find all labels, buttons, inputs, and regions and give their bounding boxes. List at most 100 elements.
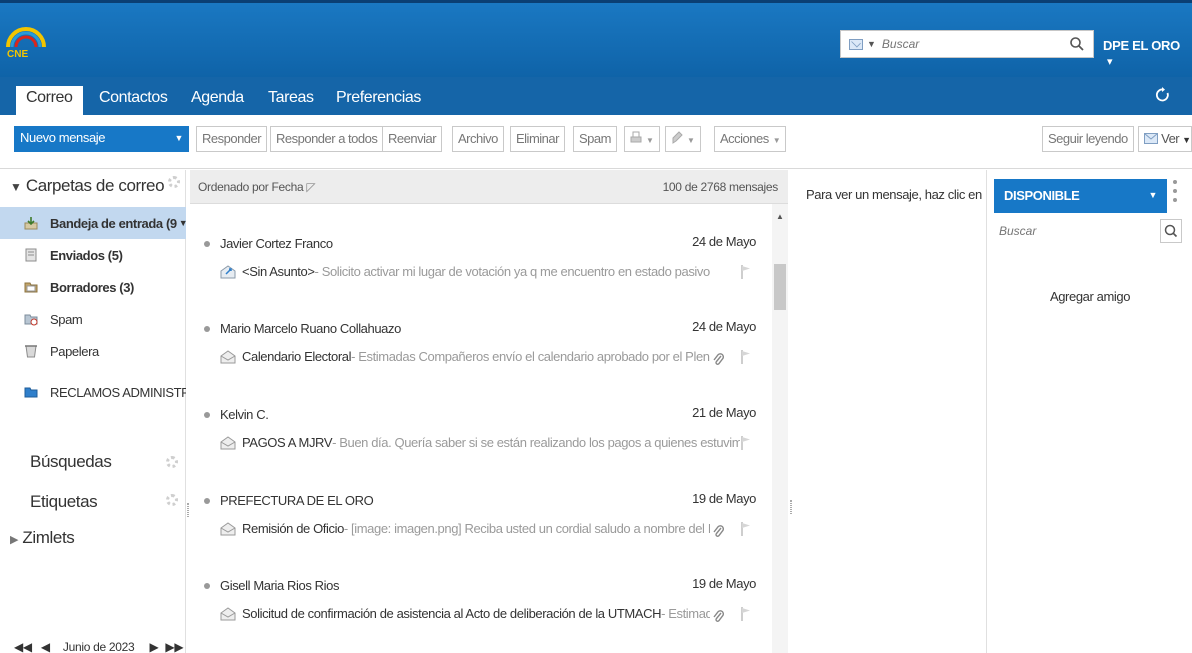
- message-sender: PREFECTURA DE EL ORO: [220, 493, 374, 508]
- flag-icon[interactable]: [740, 606, 752, 622]
- scroll-thumb[interactable]: [774, 264, 786, 310]
- table-row[interactable]: Javier Cortez Franco 24 de Mayo <Sin Asu…: [190, 224, 772, 304]
- sort-arrow-icon[interactable]: ◸: [306, 180, 315, 194]
- actions-button[interactable]: Acciones ▼: [714, 126, 787, 152]
- sort-control[interactable]: Ordenado por Fecha ◸: [198, 180, 316, 194]
- message-subject: Solicitud de confirmación de asistencia …: [242, 606, 662, 621]
- print-button[interactable]: ▼: [624, 126, 660, 152]
- more-options-icon[interactable]: [1173, 180, 1177, 206]
- search-input[interactable]: [881, 37, 1052, 51]
- message-preview: Remisión de Oficio - [image: imagen.png]…: [220, 521, 710, 536]
- tab-tasks[interactable]: Tareas: [268, 86, 314, 115]
- read-status-icon[interactable]: [204, 412, 210, 418]
- spam-button[interactable]: Spam: [573, 126, 617, 152]
- tab-contacts[interactable]: Contactos: [99, 86, 168, 115]
- reply-button[interactable]: Responder: [196, 126, 268, 152]
- view-label: Ver: [1161, 131, 1180, 146]
- refresh-icon[interactable]: [1155, 87, 1171, 103]
- collapse-triangle-icon[interactable]: ▼: [10, 180, 22, 194]
- tab-calendar[interactable]: Agenda: [191, 86, 244, 115]
- sidebar-item-inbox[interactable]: Bandeja de entrada (9 ▼: [0, 207, 186, 239]
- mail-toolbar: Nuevo mensaje ▼ Responder Responder a to…: [0, 115, 1192, 169]
- sidebar-item-label: Enviados (5): [50, 247, 123, 263]
- forward-button[interactable]: Reenviar: [382, 126, 443, 152]
- sidebar-item-drafts[interactable]: Borradores (3): [0, 271, 186, 303]
- global-search[interactable]: ▼: [840, 30, 1094, 58]
- message-sender: Kelvin C.: [220, 407, 269, 422]
- tab-mail[interactable]: Correo: [16, 86, 83, 115]
- mail-type-icon[interactable]: [849, 38, 863, 50]
- delete-button[interactable]: Eliminar: [510, 126, 565, 152]
- next-month-icon[interactable]: ▶: [149, 640, 158, 653]
- read-status-icon[interactable]: [204, 241, 210, 247]
- sidebar-item-label: Spam: [50, 311, 83, 327]
- presence-label: DISPONIBLE: [1004, 188, 1080, 203]
- sidebar-item-trash[interactable]: Papelera: [0, 335, 186, 367]
- keep-reading-button[interactable]: Seguir leyendo: [1042, 126, 1134, 152]
- search-icon[interactable]: [1069, 36, 1085, 52]
- message-preview: PAGOS A MJRV - Buen día. Quería saber si…: [220, 435, 740, 450]
- archive-button[interactable]: Archivo: [452, 126, 504, 152]
- read-status-icon[interactable]: [204, 583, 210, 589]
- sidebar-item-spam[interactable]: Spam: [0, 303, 186, 335]
- scroll-up-icon[interactable]: ▲: [776, 212, 784, 221]
- actions-label: Acciones: [720, 131, 769, 146]
- sidebar-item-sent[interactable]: Enviados (5): [0, 239, 186, 271]
- chat-search-input[interactable]: [999, 224, 1149, 238]
- add-friend-link[interactable]: Agregar amigo: [987, 289, 1192, 304]
- tab-preferences[interactable]: Preferencias: [336, 86, 421, 115]
- message-sender: Gisell Maria Rios Rios: [220, 578, 340, 593]
- message-preview: Calendario Electoral - Estimadas Compañe…: [220, 349, 710, 364]
- presence-status-button[interactable]: DISPONIBLE ▼: [994, 179, 1167, 213]
- inbox-menu-caret-icon[interactable]: ▼: [179, 218, 186, 228]
- flag-icon[interactable]: [740, 435, 752, 451]
- search-type-caret-icon[interactable]: ▼: [867, 39, 876, 49]
- read-status-icon[interactable]: [204, 326, 210, 332]
- message-list-scrollbar[interactable]: ▲: [772, 204, 788, 653]
- sidebar-item-label: Bandeja de entrada (9: [50, 215, 177, 231]
- message-list: Ordenado por Fecha ◸ 100 de 2768 mensaje…: [190, 170, 788, 653]
- reply-all-button[interactable]: Responder a todos: [270, 126, 384, 152]
- tag-icon: [672, 131, 683, 144]
- read-status-icon[interactable]: [204, 498, 210, 504]
- table-row[interactable]: Mario Marcelo Ruano Collahuazo 24 de May…: [190, 309, 772, 389]
- next-year-icon[interactable]: ▶▶: [165, 640, 183, 653]
- presence-caret-icon[interactable]: ▼: [1148, 190, 1157, 200]
- sidebar-item-reclamos[interactable]: RECLAMOS ADMINISTRATIV: [0, 376, 186, 408]
- inbox-icon: [24, 217, 38, 230]
- folders-gear-icon[interactable]: [168, 176, 180, 188]
- flag-icon[interactable]: [740, 349, 752, 365]
- tag-caret-icon: ▼: [687, 136, 695, 145]
- prev-year-icon[interactable]: ◀◀: [14, 640, 32, 653]
- searches-gear-icon[interactable]: [166, 456, 178, 468]
- tags-section[interactable]: Etiquetas: [30, 492, 98, 512]
- spam-icon: [24, 314, 38, 326]
- list-pane-resize-handle[interactable]: [790, 500, 792, 514]
- prev-month-icon[interactable]: ◀: [41, 640, 50, 653]
- flag-icon[interactable]: [740, 264, 752, 280]
- attachment-icon: [713, 353, 724, 365]
- new-message-button[interactable]: Nuevo mensaje ▼: [14, 126, 189, 152]
- chat-search-button[interactable]: [1160, 219, 1182, 243]
- folder-pane: ▼ Carpetas de correo Bandeja de entrada …: [0, 170, 186, 653]
- view-mail-icon: [1144, 133, 1158, 144]
- view-button[interactable]: Ver ▼: [1138, 126, 1192, 152]
- zimlets-section[interactable]: ▶ Zimlets: [10, 528, 75, 548]
- searches-section[interactable]: Búsquedas: [30, 452, 112, 472]
- search-icon: [1164, 224, 1178, 238]
- table-row[interactable]: Kelvin C. 21 de Mayo PAGOS A MJRV - Buen…: [190, 395, 772, 475]
- tags-gear-icon[interactable]: [166, 494, 178, 506]
- flag-icon[interactable]: [740, 521, 752, 537]
- tag-button[interactable]: ▼: [665, 126, 701, 152]
- expand-triangle-icon[interactable]: ▶: [10, 534, 18, 546]
- left-pane-resize-handle[interactable]: [187, 503, 189, 517]
- message-sender: Javier Cortez Franco: [220, 236, 333, 251]
- table-row[interactable]: PREFECTURA DE EL ORO 19 de Mayo Remisión…: [190, 481, 772, 561]
- mini-calendar-nav: ◀◀ ◀ Junio de 2023 ▶ ▶▶: [14, 640, 184, 653]
- svg-text:CNE: CNE: [7, 49, 28, 60]
- folders-header[interactable]: ▼ Carpetas de correo: [10, 176, 165, 196]
- table-row[interactable]: Gisell Maria Rios Rios 19 de Mayo Solici…: [190, 566, 772, 646]
- new-message-caret-icon[interactable]: ▼: [174, 133, 183, 143]
- user-menu[interactable]: DPE EL ORO ▾: [1103, 38, 1192, 68]
- message-date: 21 de Mayo: [692, 405, 756, 420]
